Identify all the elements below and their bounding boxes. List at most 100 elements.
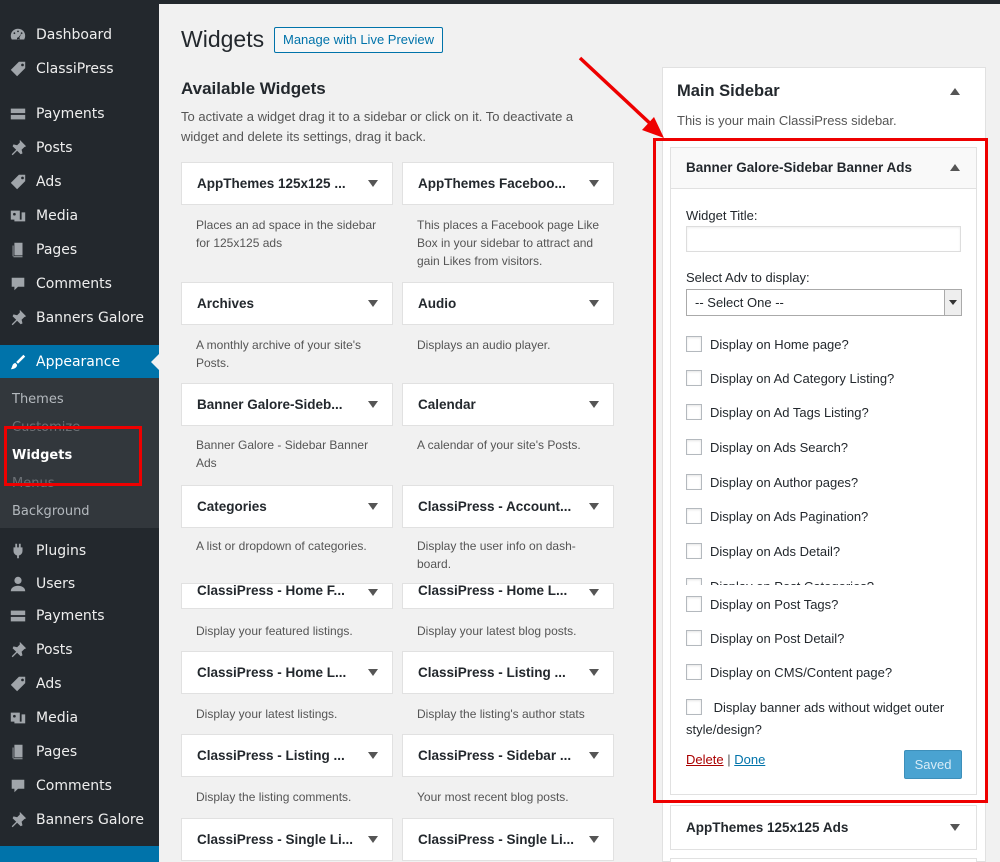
sidebar-item-posts[interactable]: Posts	[0, 133, 159, 163]
sidebar-item-appearance-clipped[interactable]	[0, 846, 159, 862]
widget-tile-description: Display the listing's author stats	[417, 707, 585, 721]
widget-tile-name: ClassiPress - Sidebar ...	[418, 748, 572, 763]
widget-tile-name: Banner Galore-Sideb...	[197, 397, 343, 412]
tag-icon	[0, 173, 36, 191]
sidebar-item-classipress[interactable]: ClassiPress	[0, 54, 159, 84]
expand-widget-icon[interactable]	[368, 300, 378, 307]
available-widgets-title: Available Widgets	[181, 79, 326, 98]
widget-tile[interactable]: ClassiPress - Listing ...	[402, 651, 614, 694]
widget-tile[interactable]: ClassiPress - Listing ...	[181, 734, 393, 777]
main-sidebar-title[interactable]: Main Sidebar	[677, 82, 780, 101]
users-icon	[0, 575, 36, 593]
sidebar-item-label: Ads	[36, 676, 62, 692]
expand-widget-icon[interactable]	[589, 401, 599, 408]
widget-tile-name: ClassiPress - Home L...	[418, 583, 568, 598]
expand-widget-icon[interactable]	[589, 180, 599, 187]
widget-tile-description: A monthly archive of your site's Posts.	[196, 338, 362, 370]
expand-widget-icon[interactable]	[589, 503, 599, 510]
widget-tile[interactable]: Calendar	[402, 383, 614, 426]
expand-widget-icon[interactable]	[589, 669, 599, 676]
widget-tile[interactable]: ClassiPress - Account...	[402, 485, 614, 528]
sidebar-item-label: Appearance	[36, 354, 121, 370]
sidebar-item-appearance[interactable]: Appearance	[0, 345, 159, 379]
sidebar-item-posts[interactable]: Posts	[0, 635, 159, 665]
sidebar-item-ads[interactable]: Ads	[0, 167, 159, 197]
sidebar-item-media[interactable]: Media	[0, 201, 159, 231]
available-widgets-description: To activate a widget drag it to a sideba…	[181, 109, 574, 144]
expand-widget-icon[interactable]	[589, 836, 599, 843]
widget-tile[interactable]: Banner Galore-Sideb...	[181, 383, 393, 426]
widget-tile[interactable]: Categories	[181, 485, 393, 528]
widget-tile-name: Audio	[418, 296, 457, 311]
manage-live-preview-button[interactable]: Manage with Live Preview	[274, 27, 444, 53]
sidebar-item-label: Banners Galore	[36, 812, 144, 828]
next-widget-box	[670, 858, 977, 862]
annotation-arrow-icon	[578, 56, 664, 138]
comments-icon	[0, 777, 36, 795]
payments-icon	[0, 105, 36, 123]
sidebar-item-payments[interactable]: Payments	[0, 601, 159, 631]
sidebar-item-label: Payments	[36, 608, 105, 624]
widget-tile[interactable]: ClassiPress - Home F...	[181, 583, 393, 609]
tag-icon	[0, 675, 36, 693]
expand-widget-icon[interactable]	[589, 589, 599, 596]
annotation-box-widgets	[4, 426, 142, 486]
widget-tile[interactable]: ClassiPress - Sidebar ...	[402, 734, 614, 777]
sidebar-item-pages[interactable]: Pages	[0, 737, 159, 767]
pin-icon	[0, 309, 36, 327]
widget-tile-description: Banner Galore - Sidebar Banner Ads	[196, 438, 369, 470]
sidebar-item-comments[interactable]: Comments	[0, 269, 159, 299]
comments-icon	[0, 275, 36, 293]
widget-tile[interactable]: Archives	[181, 282, 393, 325]
sidebar-item-banners-galore[interactable]: Banners Galore	[0, 303, 159, 333]
widget-tile-description: Display the user info on dash-board.	[417, 539, 576, 571]
expand-widget-icon[interactable]	[950, 824, 960, 831]
sidebar-item-comments[interactable]: Comments	[0, 771, 159, 801]
annotation-box-widget	[653, 138, 988, 803]
expand-widget-icon[interactable]	[368, 669, 378, 676]
sidebar-item-label: Comments	[36, 778, 112, 794]
widget-tile-description: Your most recent blog posts.	[417, 790, 569, 804]
sidebar-item-dashboard[interactable]: Dashboard	[0, 20, 159, 50]
expand-widget-icon[interactable]	[368, 503, 378, 510]
sidebar-item-label: Payments	[36, 106, 105, 122]
widget-tile-name: ClassiPress - Account...	[418, 499, 572, 514]
sidebar-item-pages[interactable]: Pages	[0, 235, 159, 265]
expand-widget-icon[interactable]	[368, 589, 378, 596]
widget-tile[interactable]: ClassiPress - Home L...	[402, 583, 614, 609]
widget-tile-name: Calendar	[418, 397, 476, 412]
widget-tile[interactable]: ClassiPress - Single Li...	[181, 818, 393, 861]
expand-widget-icon[interactable]	[368, 180, 378, 187]
submenu-themes[interactable]: Themes	[12, 392, 64, 407]
sidebar-item-payments[interactable]: Payments	[0, 99, 159, 129]
expand-widget-icon[interactable]	[368, 401, 378, 408]
widget-tile-description: Display the listing comments.	[196, 790, 352, 804]
widget-tile-description: Display your featured listings.	[196, 624, 353, 638]
sidebar-item-label: Ads	[36, 174, 62, 190]
sidebar-item-media[interactable]: Media	[0, 703, 159, 733]
expand-widget-icon[interactable]	[589, 752, 599, 759]
widget-tile[interactable]: AppThemes 125x125 ...	[181, 162, 393, 205]
widget-tile[interactable]: ClassiPress - Home L...	[181, 651, 393, 694]
sidebar-item-users[interactable]: Users	[0, 569, 159, 599]
widget-tile[interactable]: AppThemes Faceboo...	[402, 162, 614, 205]
expand-widget-icon[interactable]	[368, 836, 378, 843]
sidebar-item-label: Pages	[36, 744, 78, 760]
widget-tile[interactable]: Audio	[402, 282, 614, 325]
widget-tile-name: ClassiPress - Single Li...	[197, 832, 354, 847]
sidebar-item-banners-galore[interactable]: Banners Galore	[0, 805, 159, 835]
expand-widget-icon[interactable]	[589, 300, 599, 307]
pin-icon	[0, 811, 36, 829]
sidebar-item-plugins[interactable]: Plugins	[0, 536, 159, 566]
widget-tile[interactable]: ClassiPress - Single Li...	[402, 818, 614, 861]
sidebar-item-label: ClassiPress	[36, 61, 114, 77]
submenu-background[interactable]: Background	[12, 504, 90, 519]
main-sidebar-description: This is your main ClassiPress sidebar.	[677, 113, 897, 128]
collapse-sidebar-icon[interactable]	[950, 88, 960, 95]
sidebar-item-ads[interactable]: Ads	[0, 669, 159, 699]
dashboard-icon	[0, 26, 36, 44]
widget-tile-name: ClassiPress - Single Li...	[418, 832, 575, 847]
widget-tile-description: Display your latest listings.	[196, 707, 338, 721]
widget-tile-description: Display your latest blog posts.	[417, 624, 577, 638]
expand-widget-icon[interactable]	[368, 752, 378, 759]
